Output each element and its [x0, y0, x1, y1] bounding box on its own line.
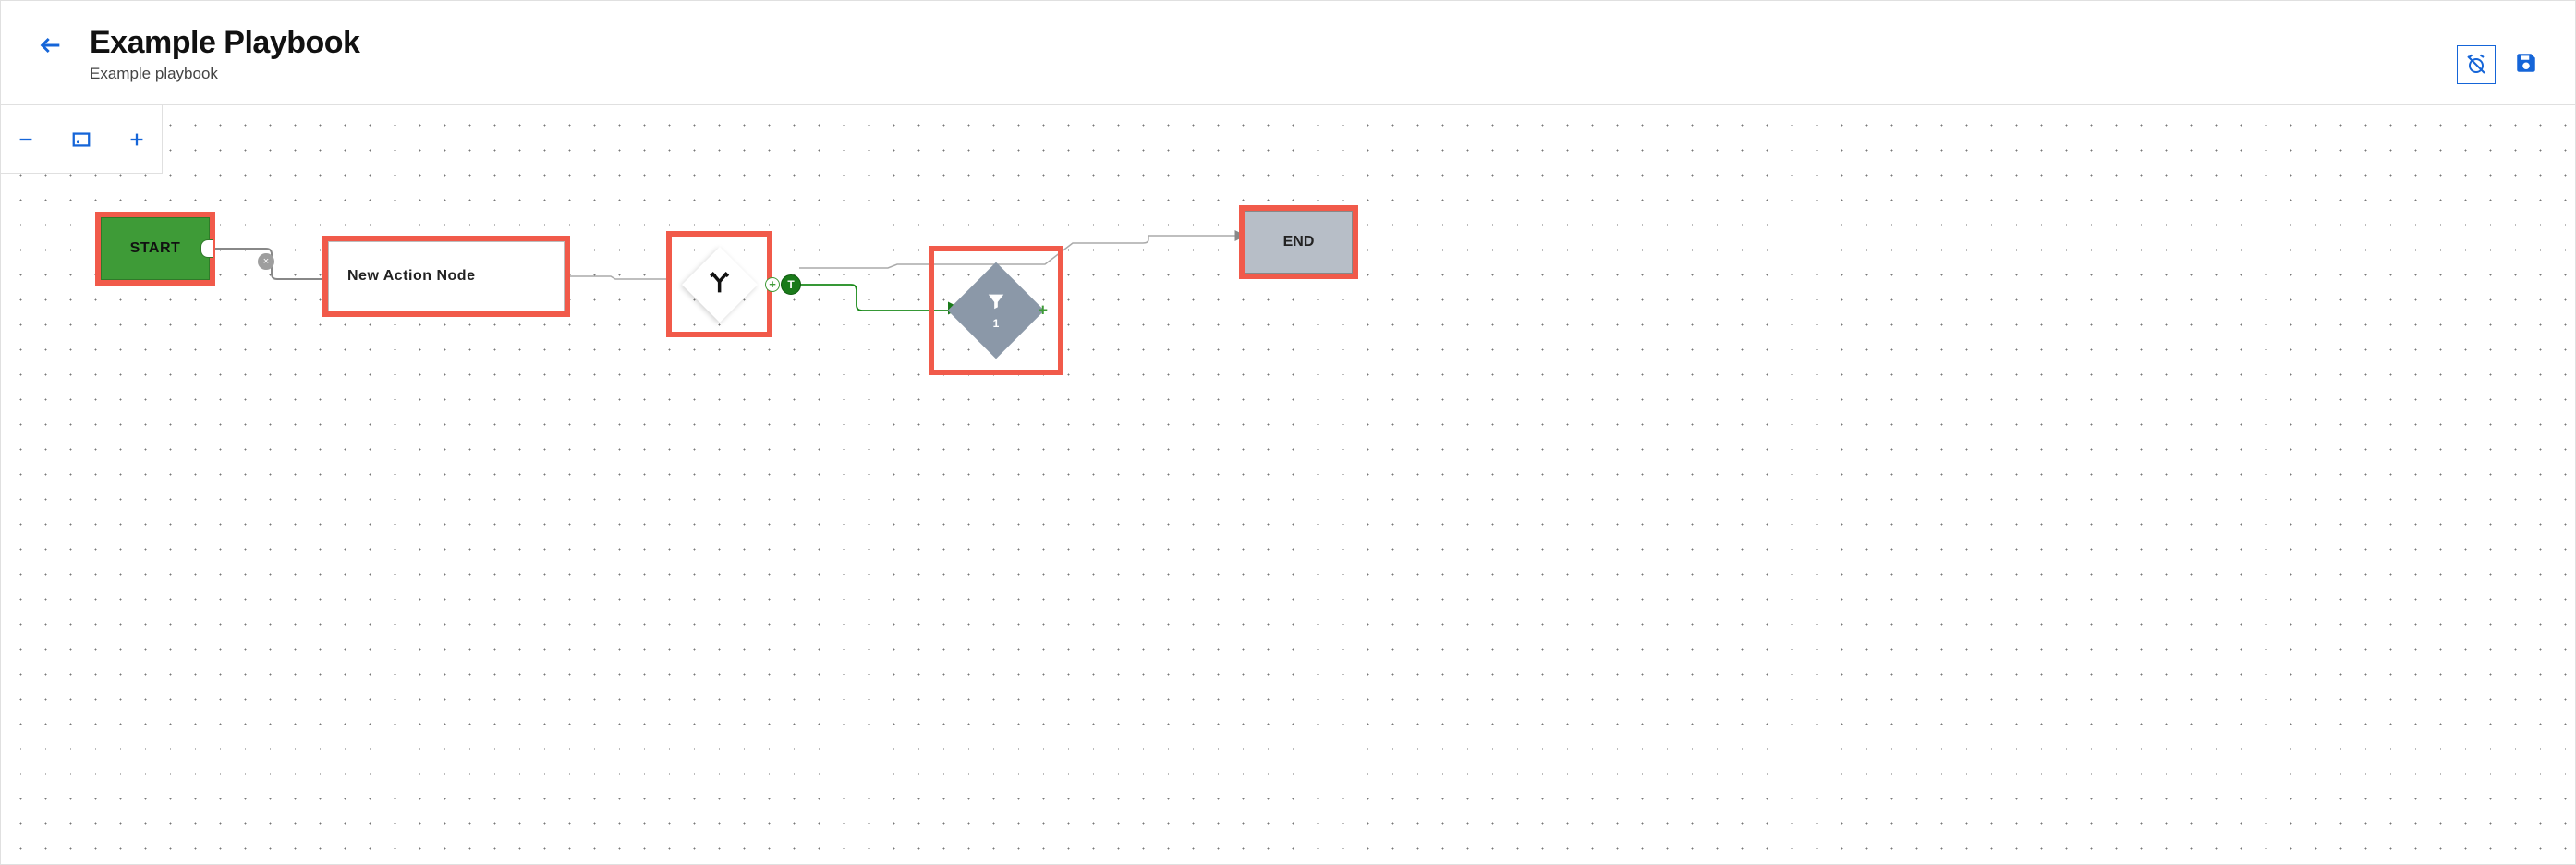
node-end-label: END [1283, 234, 1315, 250]
header: Example Playbook Example playbook [1, 1, 2575, 104]
decision-add-output[interactable]: + [765, 277, 780, 292]
canvas[interactable]: START × New Action Node [1, 104, 2575, 864]
page-subtitle: Example playbook [90, 65, 359, 83]
filter-count: 1 [993, 317, 1000, 330]
playbook-editor: Example Playbook Example playbook [0, 0, 2576, 865]
save-button[interactable] [2514, 51, 2538, 79]
node-filter[interactable]: 1 + [934, 251, 1058, 370]
start-output-port[interactable] [200, 239, 213, 258]
node-start[interactable]: START [101, 217, 210, 280]
decision-true-badge[interactable]: T [781, 274, 801, 295]
filter-add-output[interactable]: + [1038, 301, 1048, 321]
flow-surface: START × New Action Node [1, 105, 2575, 864]
page-title: Example Playbook [90, 25, 359, 61]
alarm-off-button[interactable] [2457, 45, 2496, 84]
edge-decision-filter [799, 285, 949, 311]
node-decision[interactable]: + [672, 237, 767, 332]
node-action-label: New Action Node [347, 268, 475, 285]
back-button[interactable] [38, 32, 64, 63]
node-action[interactable]: New Action Node [328, 241, 565, 311]
header-left: Example Playbook Example playbook [38, 25, 359, 83]
node-start-label: START [130, 240, 181, 257]
edge-delete-button[interactable]: × [258, 253, 274, 270]
funnel-icon [986, 291, 1006, 316]
node-end[interactable]: END [1245, 211, 1353, 274]
edge-action-decision [565, 276, 672, 279]
title-block: Example Playbook Example playbook [90, 25, 359, 83]
header-right [2457, 45, 2538, 84]
branch-icon [707, 269, 733, 299]
